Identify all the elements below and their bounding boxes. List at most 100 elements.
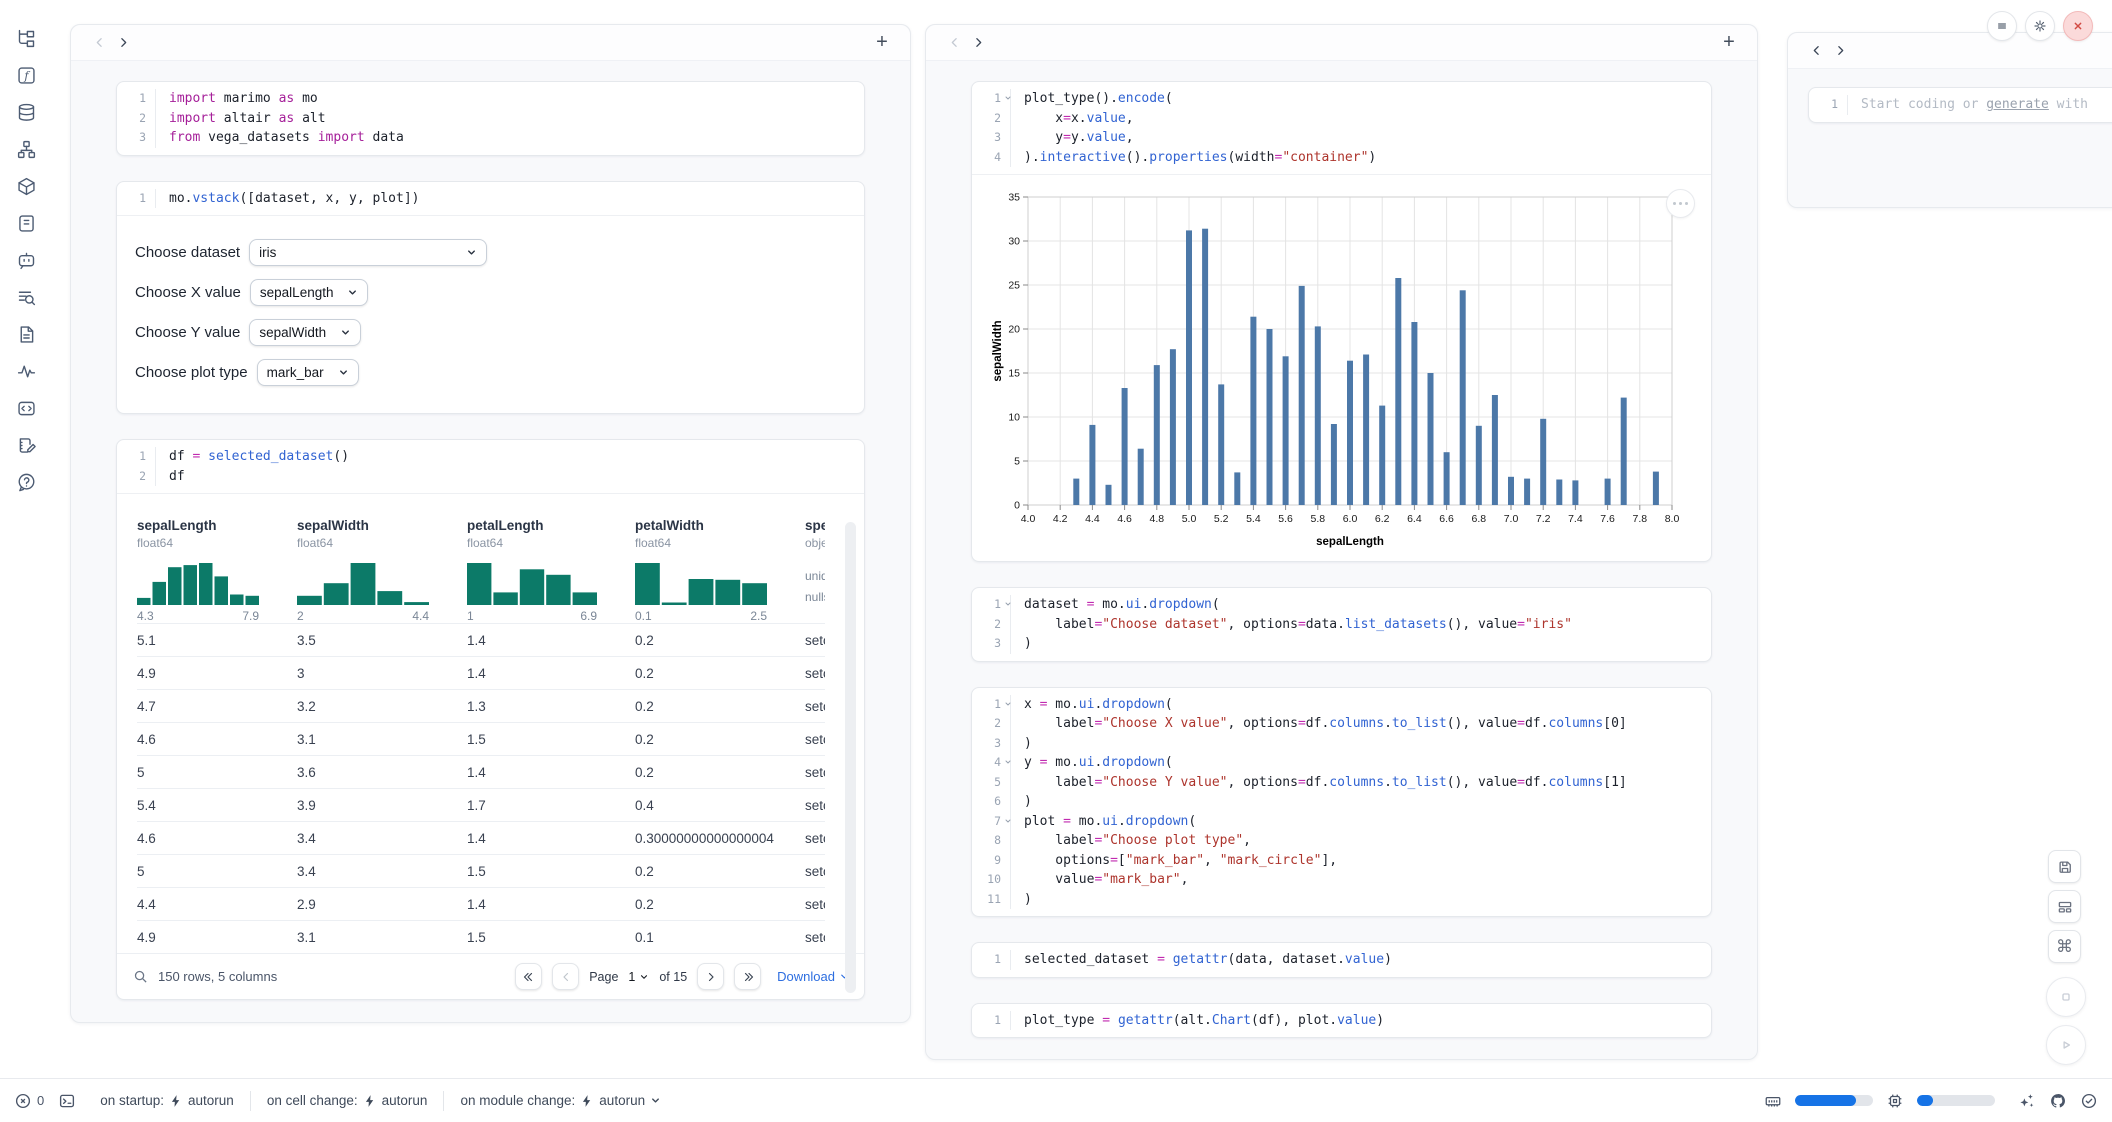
column-histogram	[137, 563, 297, 605]
page-select[interactable]: 1	[628, 970, 649, 984]
sidebar-log-search-icon[interactable]	[14, 285, 38, 309]
add-cell-button[interactable]: +	[1717, 31, 1741, 55]
first-page-button[interactable]	[515, 963, 542, 990]
x-value-dropdown[interactable]: sepalLength	[250, 279, 369, 306]
chevron-down-icon	[338, 367, 349, 378]
table-row[interactable]: 4.63.11.50.2setosa	[137, 722, 825, 755]
svg-text:20: 20	[1008, 324, 1020, 336]
sidebar-function-icon[interactable]: f	[14, 63, 38, 87]
chevron-right-icon[interactable]	[1828, 39, 1852, 63]
sidebar-scroll-icon[interactable]	[14, 211, 38, 235]
code-line: 11)	[972, 890, 1711, 910]
fold-chevron-icon[interactable]	[1004, 817, 1012, 825]
cell-plot[interactable]: 1plot_type().encode(2 x=x.value,3 y=y.va…	[971, 81, 1712, 562]
fold-chevron-icon[interactable]	[1004, 700, 1012, 708]
plot-type-dropdown[interactable]: mark_bar	[257, 359, 359, 386]
dataset-dropdown[interactable]: iris	[249, 239, 487, 266]
close-scratchpad-button[interactable]	[2063, 11, 2093, 41]
settings-gear-button[interactable]	[2025, 11, 2055, 41]
sidebar-network-icon[interactable]	[14, 137, 38, 161]
cell-vstack[interactable]: 1mo.vstack([dataset, x, y, plot]) Choose…	[116, 181, 865, 415]
layout-button[interactable]	[2048, 890, 2081, 923]
last-page-button[interactable]	[734, 963, 761, 990]
run-button[interactable]	[2046, 1025, 2086, 1065]
cell-dataframe[interactable]: 1df = selected_dataset()2df sepalLengthf…	[116, 439, 865, 1000]
check-circle-icon[interactable]	[2080, 1092, 2098, 1110]
table-row[interactable]: 53.61.40.2setosa	[137, 755, 825, 788]
svg-text:6.2: 6.2	[1375, 513, 1390, 525]
sidebar-file-tree-icon[interactable]	[14, 26, 38, 50]
runtime-mode-3[interactable]: on module change:autorun	[444, 1093, 677, 1108]
sidebar-code-block-icon[interactable]	[14, 396, 38, 420]
command-palette-button[interactable]: ⌘	[2048, 930, 2081, 963]
next-page-button[interactable]	[697, 963, 724, 990]
generate-link[interactable]: generate	[1986, 97, 2049, 112]
errors-icon[interactable]	[14, 1092, 32, 1110]
stop-button[interactable]	[2046, 977, 2086, 1017]
ai-sparkles-icon[interactable]	[2018, 1092, 2036, 1110]
fold-chevron-icon[interactable]	[1004, 600, 1012, 608]
svg-text:4.4: 4.4	[1085, 513, 1100, 525]
y-value-dropdown-row: Choose Y valuesepalWidth	[135, 319, 846, 346]
table-row[interactable]: 53.41.50.2setosa	[137, 854, 825, 887]
save-button[interactable]	[2048, 850, 2081, 883]
fold-chevron-icon[interactable]	[1004, 94, 1012, 102]
table-row[interactable]: 5.13.51.40.2setosa	[137, 623, 825, 656]
menu-button[interactable]	[1987, 11, 2017, 41]
cell-selected-dataset[interactable]: 1selected_dataset = getattr(data, datase…	[971, 942, 1712, 978]
sidebar-document-icon[interactable]	[14, 322, 38, 346]
table-cell: setosa	[805, 864, 825, 879]
runtime-mode-1[interactable]: on startup:autorun	[84, 1093, 250, 1108]
code-line: 8 label="Choose plot type",	[972, 831, 1711, 851]
table-cell: setosa	[805, 831, 825, 846]
table-row[interactable]: 4.42.91.40.2setosa	[137, 887, 825, 920]
table-cell: 0.30000000000000004	[635, 831, 805, 846]
cell-imports[interactable]: 1import marimo as mo2import altair as al…	[116, 81, 865, 156]
altair-bar-chart[interactable]: 4.04.24.44.64.85.05.25.45.65.86.06.26.46…	[990, 187, 1693, 553]
svg-text:4.2: 4.2	[1053, 513, 1068, 525]
sidebar-package-icon[interactable]	[14, 174, 38, 198]
table-row[interactable]: 4.93.11.50.1setosa	[137, 920, 825, 953]
table-row[interactable]: 4.931.40.2setosa	[137, 656, 825, 689]
chevron-right-icon[interactable]	[111, 31, 135, 55]
table-cell: 3.1	[297, 930, 467, 945]
sidebar-activity-icon[interactable]	[14, 359, 38, 383]
column-header-petalWidth[interactable]: petalWidthfloat640.12.5	[635, 518, 805, 623]
github-icon[interactable]	[2049, 1092, 2067, 1110]
table-cell: 4.6	[137, 732, 297, 747]
column-header-species[interactable]: speciesobjectunique:nulls:	[805, 518, 825, 623]
cell-xy-plot-dropdowns[interactable]: 1x = mo.ui.dropdown(2 label="Choose X va…	[971, 687, 1712, 918]
download-button[interactable]: Download	[777, 969, 850, 984]
dropdown-label: Choose plot type	[135, 364, 248, 381]
terminal-icon[interactable]	[58, 1092, 76, 1110]
sidebar-chat-bot-icon[interactable]	[14, 248, 38, 272]
code-line: 7plot = mo.ui.dropdown(	[972, 812, 1711, 832]
runtime-mode-2[interactable]: on cell change:autorun	[251, 1093, 444, 1108]
sidebar-help-icon[interactable]	[14, 470, 38, 494]
svg-text:7.6: 7.6	[1600, 513, 1615, 525]
prev-page-button[interactable]	[552, 963, 579, 990]
search-icon[interactable]	[133, 969, 148, 984]
column-header-petalLength[interactable]: petalLengthfloat6416.9	[467, 518, 635, 623]
table-row[interactable]: 4.73.21.30.2setosa	[137, 689, 825, 722]
y-value-dropdown[interactable]: sepalWidth	[249, 319, 361, 346]
code-line: 2import altair as alt	[117, 109, 864, 129]
column-header-sepalLength[interactable]: sepalLengthfloat644.37.9	[137, 518, 297, 623]
chart-actions-button[interactable]	[1666, 189, 1695, 218]
sidebar-notebook-pen-icon[interactable]	[14, 433, 38, 457]
chevron-left-icon[interactable]	[942, 31, 966, 55]
table-row[interactable]: 5.43.91.70.4setosa	[137, 788, 825, 821]
table-scrollbar[interactable]	[845, 522, 856, 993]
scratchpad-editor[interactable]: 1 Start coding or generate with	[1808, 87, 2112, 123]
cell-dataset-dropdown[interactable]: 1dataset = mo.ui.dropdown(2 label="Choos…	[971, 587, 1712, 662]
add-cell-button[interactable]: +	[870, 31, 894, 55]
fold-chevron-icon[interactable]	[1004, 758, 1012, 766]
chevron-left-icon[interactable]	[87, 31, 111, 55]
chevron-right-icon[interactable]	[966, 31, 990, 55]
chevron-left-icon[interactable]	[1804, 39, 1828, 63]
table-row[interactable]: 4.63.41.40.30000000000000004setosa	[137, 821, 825, 854]
cell-plot-type[interactable]: 1plot_type = getattr(alt.Chart(df), plot…	[971, 1003, 1712, 1039]
table-cell: 2.9	[297, 897, 467, 912]
sidebar-database-icon[interactable]	[14, 100, 38, 124]
column-header-sepalWidth[interactable]: sepalWidthfloat6424.4	[297, 518, 467, 623]
